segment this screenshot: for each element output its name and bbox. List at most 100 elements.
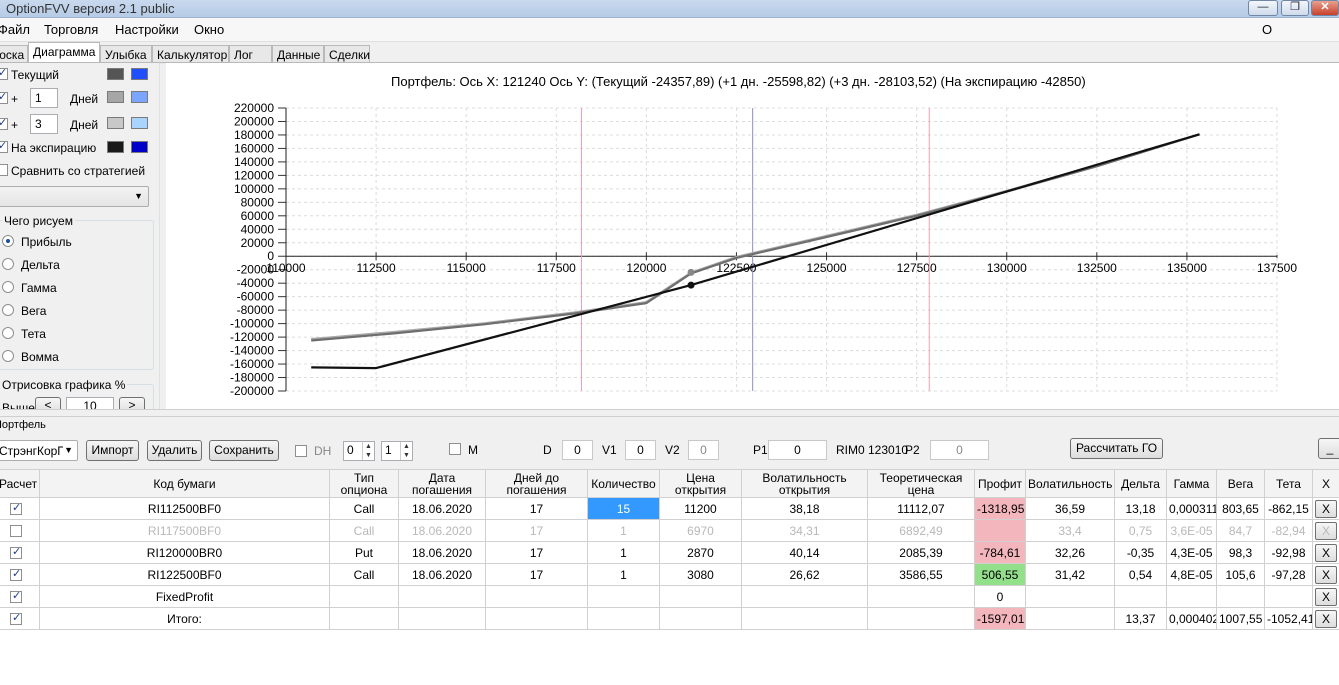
current-alt-color-swatch[interactable] xyxy=(131,68,148,80)
collapse-button[interactable]: _ xyxy=(1318,438,1339,459)
expiration-checkbox[interactable] xyxy=(0,139,8,153)
maximize-button[interactable]: ❐ xyxy=(1281,0,1309,16)
table-row[interactable]: RI122500BF0Call18.06.2020171308026,62358… xyxy=(0,563,1339,586)
remove-row-button[interactable]: X xyxy=(1315,543,1337,562)
tab-diagram[interactable]: Диаграмма xyxy=(28,42,100,64)
above-decrease-button[interactable]: < xyxy=(35,397,61,409)
dh-spin-1[interactable]: 0 ▲ ▼ xyxy=(343,441,375,461)
cell-qty[interactable]: 15 xyxy=(587,497,660,520)
delete-button[interactable]: Удалить xyxy=(147,440,202,461)
radio-vomma[interactable] xyxy=(2,350,14,362)
table-row[interactable]: RI112500BF0Call18.06.202017151120038,181… xyxy=(0,497,1339,520)
row-calc-checkbox[interactable] xyxy=(10,545,22,560)
remove-row-button[interactable]: X xyxy=(1315,565,1337,584)
strategy-combo[interactable]: ▼ xyxy=(0,186,149,207)
radio-delta[interactable] xyxy=(2,258,14,270)
day3-checkbox[interactable] xyxy=(0,116,8,130)
cell-open-price[interactable]: 3080 xyxy=(659,563,742,586)
row-calc-checkbox[interactable] xyxy=(10,611,22,626)
radio-gamma[interactable] xyxy=(2,281,14,293)
row-calc-checkbox[interactable] xyxy=(10,501,22,516)
m-checkbox[interactable] xyxy=(449,443,461,455)
cell-qty[interactable]: 1 xyxy=(587,563,660,586)
col-header-gamma[interactable]: Гамма xyxy=(1166,469,1217,498)
x-tick-label: 135000 xyxy=(1167,261,1207,275)
menu-file[interactable]: Файл xyxy=(0,22,30,37)
menu-window[interactable]: Окно xyxy=(194,22,224,37)
dh-spin-2[interactable]: 1 ▲ ▼ xyxy=(381,441,413,461)
day1-color-swatch[interactable] xyxy=(107,91,124,103)
dh-checkbox[interactable] xyxy=(295,445,307,457)
cell-open-price[interactable]: 6970 xyxy=(659,519,742,542)
col-header-vol[interactable]: Волатильность xyxy=(1025,469,1115,498)
above-value-input[interactable]: 10 xyxy=(66,397,114,409)
col-header-profit[interactable]: Профит xyxy=(974,469,1026,498)
cell-qty[interactable] xyxy=(587,607,660,630)
cell-qty[interactable]: 1 xyxy=(587,541,660,564)
day1-alt-color-swatch[interactable] xyxy=(131,91,148,103)
cell-open-price[interactable] xyxy=(659,607,742,630)
day3-alt-color-swatch[interactable] xyxy=(131,117,148,129)
cell-qty[interactable] xyxy=(587,585,660,608)
row-calc-checkbox[interactable] xyxy=(10,567,22,582)
col-header-theta[interactable]: Тета xyxy=(1264,469,1313,498)
portfolio-label: Портфель xyxy=(0,419,46,431)
close-button[interactable]: ✕ xyxy=(1311,0,1339,16)
expiration-alt-color-swatch[interactable] xyxy=(131,141,148,153)
spin-down-icon[interactable]: ▼ xyxy=(400,451,412,460)
table-row[interactable]: RI117500BF0 Call 18.06.2020 17 1 6970 34,31 689… xyxy=(0,519,1339,542)
menu-settings[interactable]: Настройки xyxy=(115,22,179,37)
day3-input[interactable]: 3 xyxy=(30,114,58,134)
compare-checkbox[interactable] xyxy=(0,164,8,176)
remove-row-button[interactable]: X xyxy=(1315,499,1337,518)
col-header-calc[interactable]: Расчет xyxy=(0,469,40,498)
col-header-open-vol[interactable]: Волатильность открытия xyxy=(741,469,868,498)
day1-checkbox[interactable] xyxy=(0,90,8,104)
spin-down-icon[interactable]: ▼ xyxy=(362,451,374,460)
table-row[interactable]: RI120000BR0Put18.06.2020171287040,142085… xyxy=(0,541,1339,564)
current-color-swatch[interactable] xyxy=(107,68,124,80)
table-row[interactable]: FixedProfit 0 X xyxy=(0,585,1339,608)
cell-code: FixedProfit xyxy=(39,585,330,608)
col-header-delta[interactable]: Дельта xyxy=(1114,469,1167,498)
import-button[interactable]: Импорт xyxy=(86,440,139,461)
above-increase-button[interactable]: > xyxy=(119,397,145,409)
spin-up-icon[interactable]: ▲ xyxy=(362,442,374,451)
row-calc-checkbox[interactable] xyxy=(10,589,22,604)
expiration-color-swatch[interactable] xyxy=(107,141,124,153)
col-header-date[interactable]: Дата погашения xyxy=(398,469,486,498)
col-header-code[interactable]: Код бумаги xyxy=(39,469,330,498)
col-header-qty[interactable]: Количество xyxy=(587,469,660,498)
minimize-button[interactable]: — xyxy=(1248,0,1278,16)
col-header-vega[interactable]: Вега xyxy=(1216,469,1265,498)
payoff-series-line xyxy=(311,133,1200,341)
day3-color-swatch[interactable] xyxy=(107,117,124,129)
save-button[interactable]: Сохранить xyxy=(209,440,279,461)
radio-theta[interactable] xyxy=(2,327,14,339)
calculate-margin-button[interactable]: Рассчитать ГО xyxy=(1070,438,1163,459)
col-header-type[interactable]: Тип опциона xyxy=(329,469,399,498)
portfolio-combo[interactable]: СтрэнгКорПол ▼ xyxy=(0,440,78,461)
payoff-chart[interactable]: 2200002000001800001600001400001200001000… xyxy=(166,63,1339,409)
radio-profit[interactable] xyxy=(2,235,14,247)
remove-row-button[interactable]: X xyxy=(1315,521,1337,540)
current-checkbox[interactable] xyxy=(0,66,8,80)
cell-open-price[interactable]: 2870 xyxy=(659,541,742,564)
col-header-open-price[interactable]: Цена открытия xyxy=(659,469,742,498)
day1-input[interactable]: 1 xyxy=(30,88,58,108)
table-row[interactable]: Итого: -1597,01 13,370,0004021007,55-1052,… xyxy=(0,607,1339,630)
left-panel-scrollbar[interactable]: ▲ ▼ xyxy=(159,63,160,409)
cell-qty[interactable]: 1 xyxy=(587,519,660,542)
cell-open-price[interactable] xyxy=(659,585,742,608)
cell-open-price[interactable]: 11200 xyxy=(659,497,742,520)
remove-row-button[interactable]: X xyxy=(1315,609,1337,628)
col-header-theo-price[interactable]: Теоретическая цена xyxy=(867,469,975,498)
radio-vega[interactable] xyxy=(2,304,14,316)
remove-row-button[interactable]: X xyxy=(1315,587,1337,606)
cell-open-vol xyxy=(741,585,868,608)
row-calc-checkbox[interactable] xyxy=(10,525,22,538)
menu-trading[interactable]: Торговля xyxy=(44,22,98,37)
col-header-days[interactable]: Дней до погашения xyxy=(485,469,588,498)
spin-up-icon[interactable]: ▲ xyxy=(400,442,412,451)
panel-splitter[interactable] xyxy=(0,409,1339,417)
